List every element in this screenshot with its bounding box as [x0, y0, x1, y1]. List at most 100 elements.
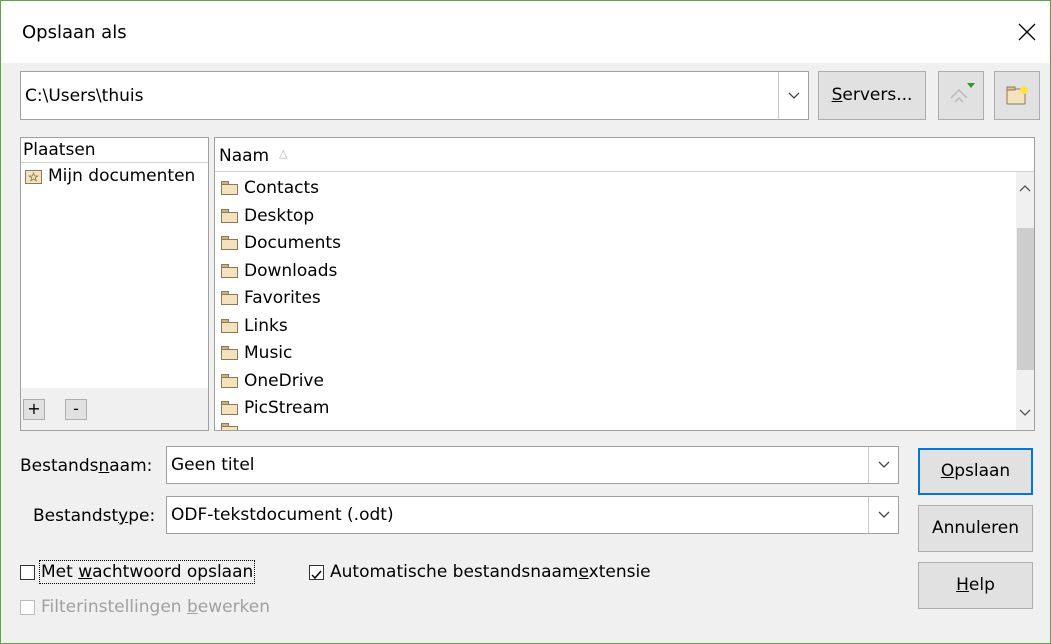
places-item-label: Mijn documenten [48, 166, 196, 186]
sort-ascending-icon: △ [279, 147, 288, 160]
servers-mnemonic: S [831, 85, 843, 105]
cancel-button[interactable]: Annuleren [918, 505, 1033, 552]
filetype-label-part: Bestandst [33, 506, 119, 526]
new-folder-button[interactable] [994, 71, 1040, 120]
folder-up-icon [950, 83, 975, 103]
file-list-item[interactable]: Documents [221, 229, 341, 257]
folder-icon [221, 208, 238, 223]
help-label: elp [968, 575, 995, 595]
remove-place-button[interactable]: - [65, 399, 87, 420]
file-list-item[interactable]: Contacts [221, 174, 319, 202]
folder-icon [221, 263, 238, 278]
folder-icon [221, 373, 238, 388]
places-header: Plaatsen [23, 140, 96, 160]
help-mnemonic: H [956, 575, 969, 595]
save-as-dialog: Opslaan als C:\Users\thuis Servers... Pl… [0, 0, 1051, 644]
places-toolbar: + - [21, 388, 208, 430]
auto-extension-checkbox-box[interactable] [309, 564, 324, 580]
save-button[interactable]: Opslaan [918, 448, 1033, 495]
folder-icon [221, 318, 238, 333]
filter-settings-checkbox-box [20, 599, 35, 615]
filetype-label: Bestandstype: [33, 506, 155, 526]
filename-value: Geen titel [171, 455, 255, 475]
folder-icon [221, 401, 238, 415]
password-label-part: achtwoord opslaan [92, 562, 254, 582]
filter-settings-checkbox-label: Filterinstellingen bewerken [41, 597, 270, 617]
file-list-item-name: Links [244, 315, 288, 336]
folder-icon [221, 236, 238, 250]
password-checkbox-box[interactable] [20, 564, 35, 580]
filter-label-part: ewerken [197, 597, 271, 617]
add-place-button[interactable]: + [23, 399, 45, 420]
filetype-value: ODF-tekstdocument (.odt) [171, 505, 394, 525]
folder-icon [221, 423, 238, 430]
file-list-item-name: Desktop [244, 205, 315, 226]
path-dropdown-button[interactable] [778, 72, 808, 119]
places-panel: Plaatsen Mijn documenten + - [20, 137, 209, 431]
file-list-item-name: Contacts [244, 178, 319, 198]
column-name-label: Naam [219, 146, 270, 166]
file-list-item-name: OneDrive [244, 370, 324, 391]
autoext-label-part: xtensie [588, 562, 651, 582]
password-label-part: Met [41, 562, 79, 582]
autoext-label-part: Automatische bestandsnaam [330, 562, 579, 582]
filename-label-part: aam: [109, 456, 153, 476]
scroll-up-icon[interactable] [1019, 184, 1031, 192]
filter-label-mnemonic: b [186, 597, 198, 617]
close-button[interactable] [1004, 1, 1050, 63]
password-checkbox-label: Met wachtwoord opslaan [38, 560, 256, 584]
filetype-combobox[interactable]: ODF-tekstdocument (.odt) [166, 496, 899, 534]
file-list-panel: Naam △ Contacts Desktop Documents Downloads… [214, 137, 1035, 431]
filter-settings-checkbox: Filterinstellingen bewerken [20, 597, 270, 617]
filename-label-mnemonic: n [98, 456, 110, 476]
title-bar: Opslaan als [1, 1, 1050, 63]
auto-extension-checkbox-label: Automatische bestandsnaamextensie [330, 562, 651, 582]
path-combobox[interactable]: C:\Users\thuis [20, 71, 809, 120]
autoext-label-mnemonic: e [578, 562, 589, 582]
filename-label: Bestandsnaam: [20, 456, 152, 476]
scroll-down-icon[interactable] [1019, 409, 1031, 417]
path-value: C:\Users\thuis [25, 85, 144, 106]
file-list-scrollbar[interactable] [1016, 172, 1034, 430]
file-list-item-name: Documents [244, 233, 341, 253]
places-item-my-documents[interactable]: Mijn documenten [25, 162, 195, 190]
close-icon [1018, 23, 1036, 41]
folder-icon [221, 291, 238, 305]
save-label: pslaan [954, 461, 1011, 481]
auto-extension-checkbox[interactable]: Automatische bestandsnaamextensie [309, 562, 651, 582]
file-list-item[interactable]: Downloads [221, 257, 337, 285]
filename-combobox[interactable]: Geen titel [166, 446, 899, 484]
folder-icon [221, 346, 238, 360]
password-checkbox[interactable]: Met wachtwoord opslaan [20, 560, 256, 584]
filetype-dropdown-button[interactable] [868, 497, 898, 533]
file-list-item[interactable]: Desktop [221, 202, 314, 230]
chevron-down-icon [878, 511, 890, 518]
file-list-item-name: Favorites [244, 288, 321, 308]
column-header-name[interactable]: Naam △ [215, 138, 1034, 172]
servers-label: ervers... [842, 85, 913, 105]
file-list-item[interactable]: PicStream [221, 394, 329, 422]
help-button[interactable]: Help [918, 562, 1033, 609]
file-list-item-name: Downloads [244, 260, 338, 281]
password-label-mnemonic: w [78, 562, 93, 582]
save-mnemonic: O [940, 461, 955, 481]
scrollbar-thumb[interactable] [1017, 228, 1034, 370]
file-list-item[interactable]: OneDrive [221, 367, 324, 395]
servers-button[interactable]: Servers... [818, 71, 926, 120]
chevron-down-icon [878, 461, 890, 468]
check-icon [311, 570, 322, 579]
file-list-item-name: Music [244, 343, 293, 363]
chevron-down-icon [788, 92, 800, 99]
filename-dropdown-button[interactable] [868, 447, 898, 483]
file-list-item[interactable]: Links [221, 312, 288, 340]
file-list-item[interactable]: Favorites [221, 284, 321, 312]
folder-icon [221, 181, 238, 195]
filetype-label-mnemonic: y [118, 506, 129, 526]
up-level-button[interactable] [938, 71, 984, 120]
documents-folder-icon [25, 170, 42, 184]
file-list-item-name: PicStream [244, 398, 330, 418]
filetype-label-part: pe: [128, 506, 156, 526]
new-folder-icon [1006, 86, 1028, 105]
file-list-item[interactable]: Music [221, 339, 292, 367]
filter-label-part: Filterinstellingen [41, 597, 187, 617]
